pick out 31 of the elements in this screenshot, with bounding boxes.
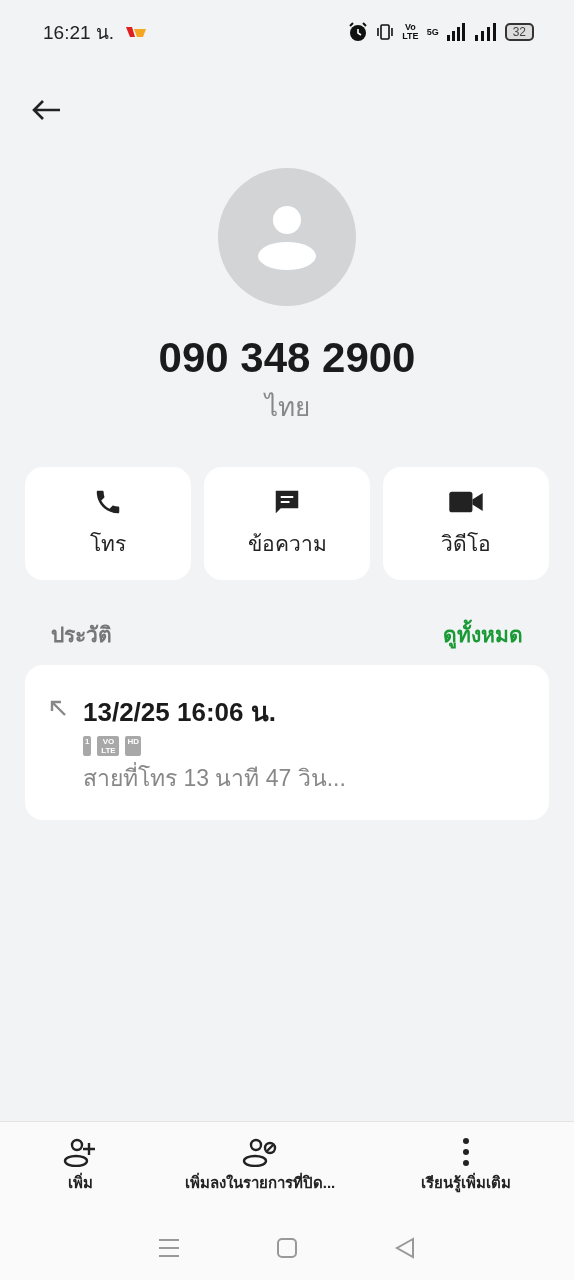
alarm-icon [348, 22, 369, 42]
signal-icon [474, 23, 497, 41]
more-icon [461, 1137, 472, 1167]
battery-level: 32 [504, 23, 534, 41]
back-nav-button[interactable] [394, 1237, 416, 1259]
call-badge: VO LTE [97, 736, 120, 756]
call-button[interactable]: โทร [25, 467, 191, 580]
vibrate-icon [376, 23, 395, 41]
person-icon [257, 204, 317, 270]
network-type: 5G [426, 27, 439, 37]
block-person-icon [242, 1137, 278, 1167]
history-title: ประวัติ [51, 622, 112, 648]
block-button[interactable]: เพิ่มลงในรายการที่ปิด... [178, 1136, 342, 1216]
recents-button[interactable] [158, 1237, 180, 1259]
volte-indicator: Vo LTE [402, 23, 419, 41]
call-datetime: 13/2/25 16:06 น. [83, 696, 277, 729]
call-badge: 1 [83, 736, 92, 756]
add-button[interactable]: เพิ่ม [56, 1136, 105, 1216]
app-logo-icon [126, 26, 147, 38]
home-button[interactable] [276, 1237, 298, 1259]
message-button[interactable]: ข้อความ [204, 467, 370, 580]
status-time: 16:21 น. [43, 21, 115, 45]
arrow-up-left-icon [49, 699, 67, 717]
call-detail: สายที่โทร 13 นาที 47 วิน... [83, 760, 346, 796]
location-label: ไทย [262, 391, 311, 424]
signal-icon [446, 23, 467, 41]
phone-number: 090 348 2900 [157, 334, 417, 382]
call-history-card[interactable]: 13/2/25 16:06 น. 1 VO LTE HD สายที่โทร 13 นาที 47 วิน... [25, 665, 549, 820]
video-button[interactable]: วิดีโอ [383, 467, 549, 580]
call-badge: HD [125, 736, 141, 756]
more-button[interactable]: เรียนรู้เพิ่มเติม [415, 1136, 518, 1216]
